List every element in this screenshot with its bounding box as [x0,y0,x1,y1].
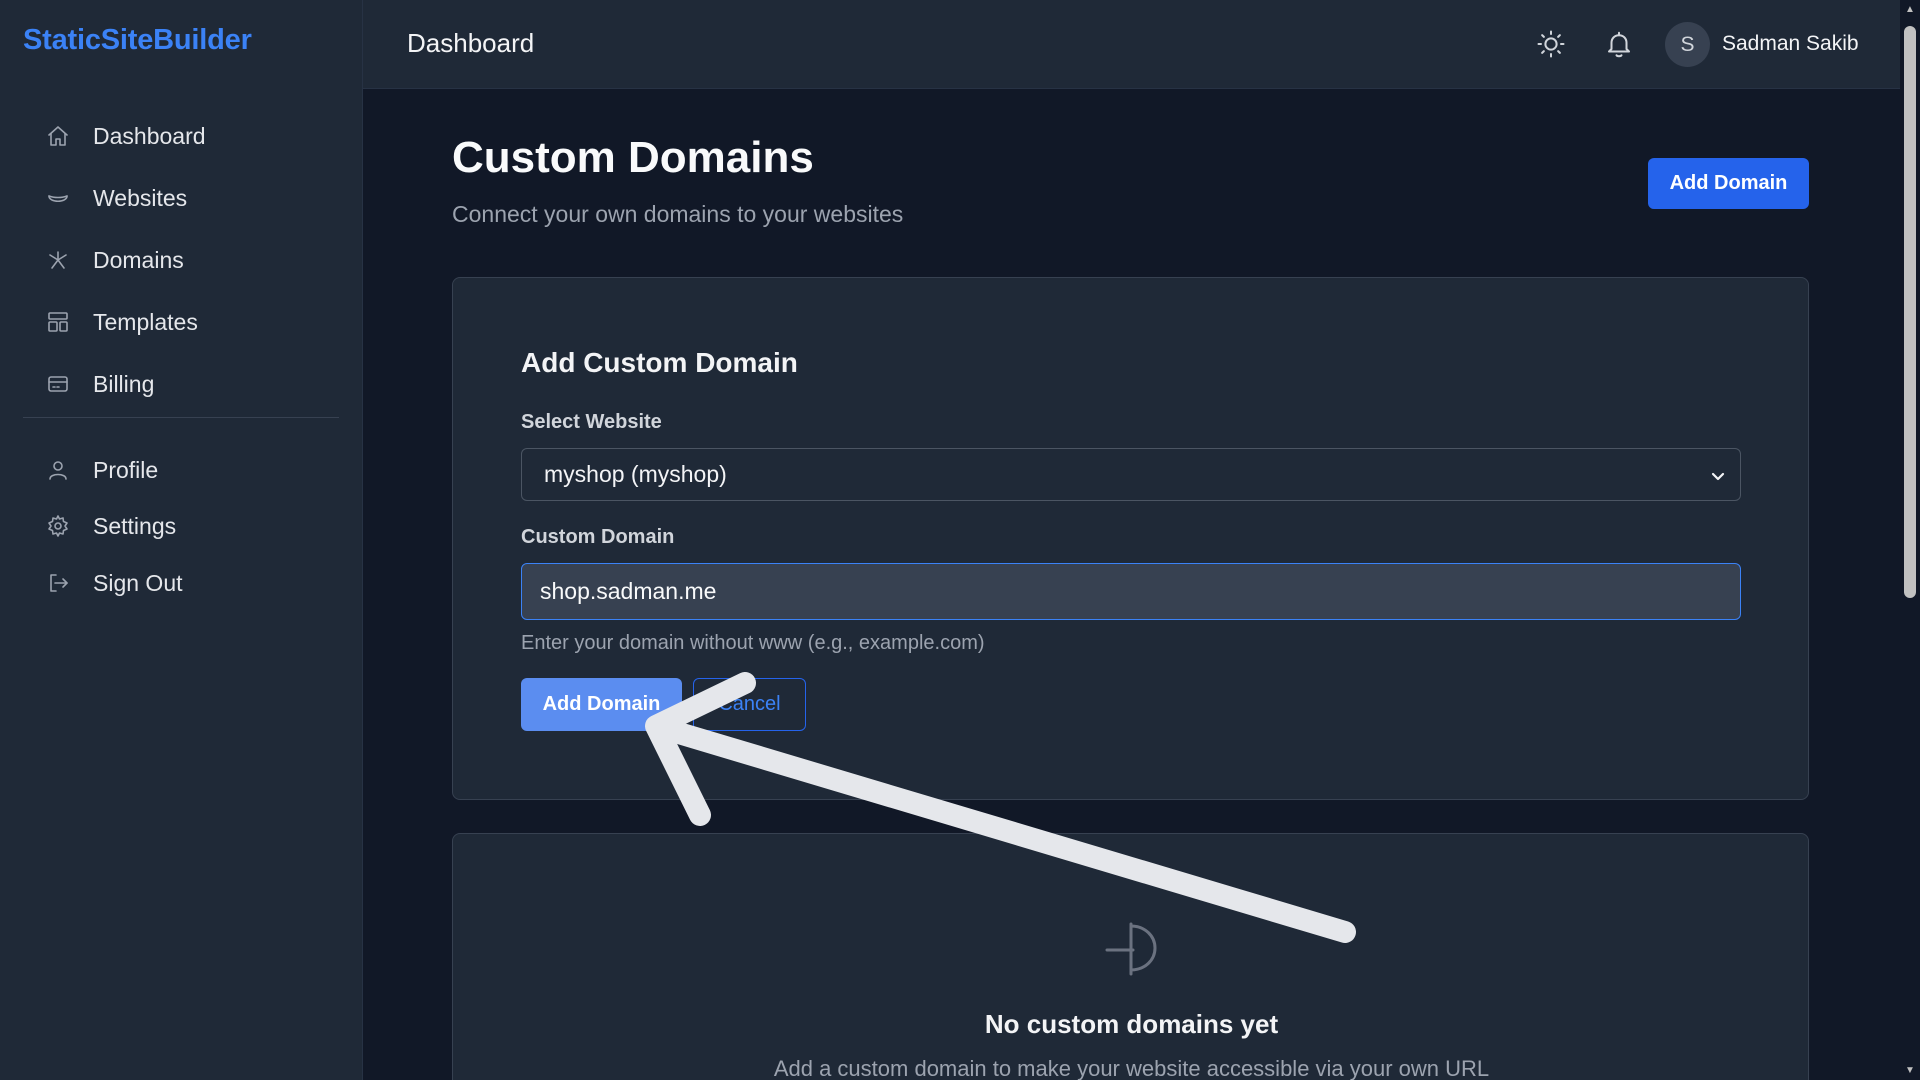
domains-empty-state: No custom domains yet Add a custom domai… [452,833,1809,1080]
sidebar-item-label: Sign Out [93,569,183,596]
bell-icon [1608,31,1630,58]
website-select-value: myshop (myshop) [544,461,727,487]
sidebar-item-label: Settings [93,512,177,539]
sidebar-item-templates[interactable]: Templates [23,297,339,347]
scroll-down-icon[interactable]: ▼ [1904,1064,1916,1076]
globe-icon [45,185,71,211]
sign-out-icon [45,570,71,596]
gear-icon [45,513,71,539]
theme-toggle-button[interactable] [1533,26,1569,62]
sidebar-item-dashboard[interactable]: Dashboard [23,111,339,161]
user-name[interactable]: Sadman Sakib [1722,32,1859,56]
avatar[interactable]: S [1665,22,1710,67]
header-title: Dashboard [407,28,535,58]
sun-icon [1537,30,1565,58]
sidebar-divider [23,417,339,418]
sidebar-item-domains[interactable]: Domains [23,235,339,285]
home-icon [45,123,71,149]
sidebar-item-sign-out[interactable]: Sign Out [23,558,339,608]
select-website-label: Select Website [521,411,662,433]
brand-logo[interactable]: StaticSiteBuilder [23,24,252,57]
sidebar-item-label: Websites [93,184,188,211]
custom-domain-input[interactable]: shop.sadman.me [521,563,1741,620]
notifications-button[interactable] [1601,26,1637,62]
sidebar-item-label: Templates [93,308,198,335]
domain-help-text: Enter your domain without www (e.g., exa… [521,632,985,654]
network-icon [45,247,71,273]
custom-domain-value: shop.sadman.me [540,578,717,604]
page-title: Custom Domains [452,133,814,182]
add-domain-button[interactable]: Add Domain [1648,158,1809,209]
empty-state-title: No custom domains yet [984,1009,1279,1039]
scrollbar-thumb[interactable] [1904,26,1916,598]
credit-card-icon [45,371,71,397]
app-root: StaticSiteBuilder Dashboard Websites Dom… [0,0,1920,1080]
website-select[interactable]: myshop (myshop) [521,448,1741,501]
globe-plus-icon [1101,918,1161,978]
scroll-up-icon[interactable]: ▲ [1904,3,1916,15]
sidebar: StaticSiteBuilder Dashboard Websites Dom… [0,0,363,1080]
template-icon [45,309,71,335]
sidebar-item-profile[interactable]: Profile [23,445,339,495]
submit-add-domain-button[interactable]: Add Domain [521,678,682,731]
sidebar-item-websites[interactable]: Websites [23,173,339,223]
sidebar-item-settings[interactable]: Settings [23,501,339,551]
form-title: Add Custom Domain [521,347,798,378]
user-icon [45,457,71,483]
sidebar-item-label: Dashboard [93,122,206,149]
sidebar-item-label: Domains [93,246,184,273]
cancel-button[interactable]: Cancel [693,678,806,731]
sidebar-item-billing[interactable]: Billing [23,359,339,409]
chevron-down-icon [1708,465,1728,485]
sidebar-item-label: Billing [93,370,155,397]
add-domain-form-card: Add Custom Domain Select Website myshop … [452,277,1809,800]
empty-state-description: Add a custom domain to make your website… [773,1056,1490,1080]
custom-domain-label: Custom Domain [521,526,675,548]
sidebar-item-label: Profile [93,456,159,483]
page-subtitle: Connect your own domains to your website… [452,201,904,227]
top-header: Dashboard S Sadman Sakib [363,0,1900,89]
